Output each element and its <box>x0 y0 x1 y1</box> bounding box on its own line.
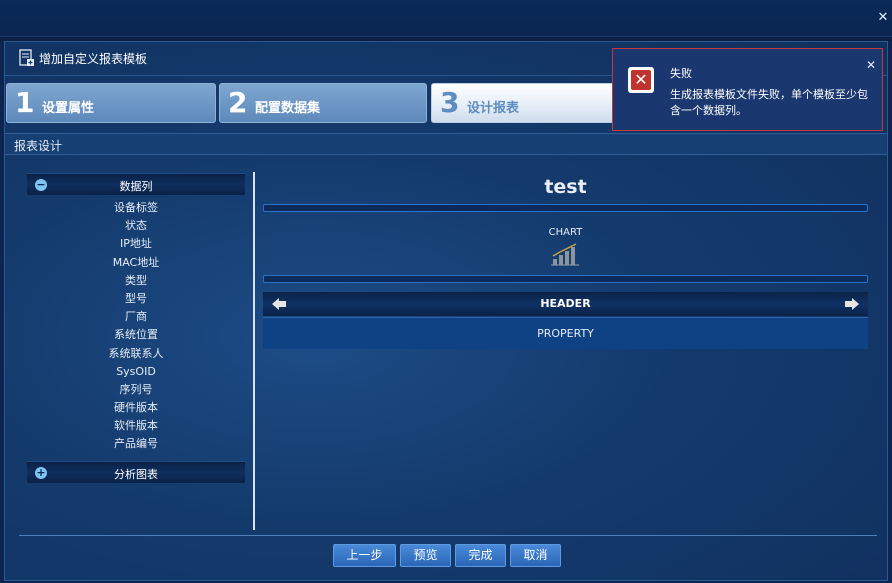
toast-close-icon[interactable]: ✕ <box>865 59 877 71</box>
property-label: PROPERTY <box>537 327 594 340</box>
step-label: 配置数据集 <box>255 101 321 116</box>
report-design-canvas: test CHART HEADER PROPERTY <box>263 172 868 472</box>
panel-divider <box>253 172 255 530</box>
list-item[interactable]: 产品编号 <box>27 435 245 453</box>
list-item[interactable]: 系统位置 <box>27 326 245 344</box>
property-row[interactable]: PROPERTY <box>263 317 868 349</box>
error-toast: ✕ 失败 生成报表模板文件失败，单个模板至少包含一个数据列。 ✕ <box>612 48 883 131</box>
list-item[interactable]: 硬件版本 <box>27 399 245 417</box>
list-item[interactable]: 型号 <box>27 290 245 308</box>
prev-step-button[interactable]: 上一步 <box>333 544 396 567</box>
step-label: 设计报表 <box>467 101 520 116</box>
window-titlebar: ✕ <box>0 0 892 37</box>
list-item[interactable]: 系统联系人 <box>27 345 245 363</box>
list-item[interactable]: 软件版本 <box>27 417 245 435</box>
dialog-title: 增加自定义报表模板 <box>39 52 148 66</box>
bar-chart-icon[interactable] <box>550 242 580 266</box>
toast-title: 失败 <box>670 67 692 80</box>
list-item[interactable]: 类型 <box>27 272 245 290</box>
section-title-label: 报表设计 <box>14 139 63 153</box>
window-close-icon[interactable]: ✕ <box>876 11 890 25</box>
cancel-button[interactable]: 取消 <box>510 544 561 567</box>
list-item[interactable]: SysOID <box>27 363 245 381</box>
group-label: 分析图表 <box>114 467 158 481</box>
chart-drop-zone[interactable] <box>263 275 868 283</box>
data-columns-group-header[interactable]: − 数据列 <box>27 173 245 195</box>
toast-message: 生成报表模板文件失败，单个模板至少包含一个数据列。 <box>670 88 868 117</box>
list-item[interactable]: 序列号 <box>27 381 245 399</box>
data-column-list: 设备标签 状态 IP地址 MAC地址 类型 型号 厂商 系统位置 系统联系人 S… <box>27 195 245 454</box>
group-label: 数据列 <box>119 180 153 193</box>
step-design-report[interactable]: 3 设计报表 <box>431 83 639 123</box>
step-configure-dataset[interactable]: 2 配置数据集 <box>219 83 427 123</box>
footer-divider <box>19 535 877 536</box>
table-header-bar: HEADER <box>263 292 868 316</box>
error-icon: ✕ <box>628 67 654 93</box>
preview-button[interactable]: 预览 <box>400 544 451 567</box>
title-drop-zone[interactable] <box>263 204 868 212</box>
data-columns-panel: − 数据列 设备标签 状态 IP地址 MAC地址 类型 型号 厂商 系统位置 系… <box>27 173 245 503</box>
report-title[interactable]: test <box>263 176 868 198</box>
finish-button[interactable]: 完成 <box>455 544 506 567</box>
step-number: 2 <box>228 86 248 119</box>
chart-label: CHART <box>548 227 583 238</box>
arrow-right-icon[interactable] <box>844 297 860 311</box>
report-template-icon <box>19 49 34 66</box>
list-item[interactable]: MAC地址 <box>27 254 245 272</box>
step-label: 设置属性 <box>42 101 95 116</box>
step-number: 1 <box>15 86 35 119</box>
list-item[interactable]: IP地址 <box>27 235 245 253</box>
header-label: HEADER <box>540 297 591 310</box>
step-set-properties[interactable]: 1 设置属性 <box>6 83 216 123</box>
section-title: 报表设计 <box>5 133 887 155</box>
list-item[interactable]: 状态 <box>27 217 245 235</box>
list-item[interactable]: 厂商 <box>27 308 245 326</box>
analysis-charts-group-header[interactable]: + 分析图表 <box>27 460 245 483</box>
list-item[interactable]: 设备标签 <box>27 199 245 217</box>
step-number: 3 <box>440 86 460 119</box>
